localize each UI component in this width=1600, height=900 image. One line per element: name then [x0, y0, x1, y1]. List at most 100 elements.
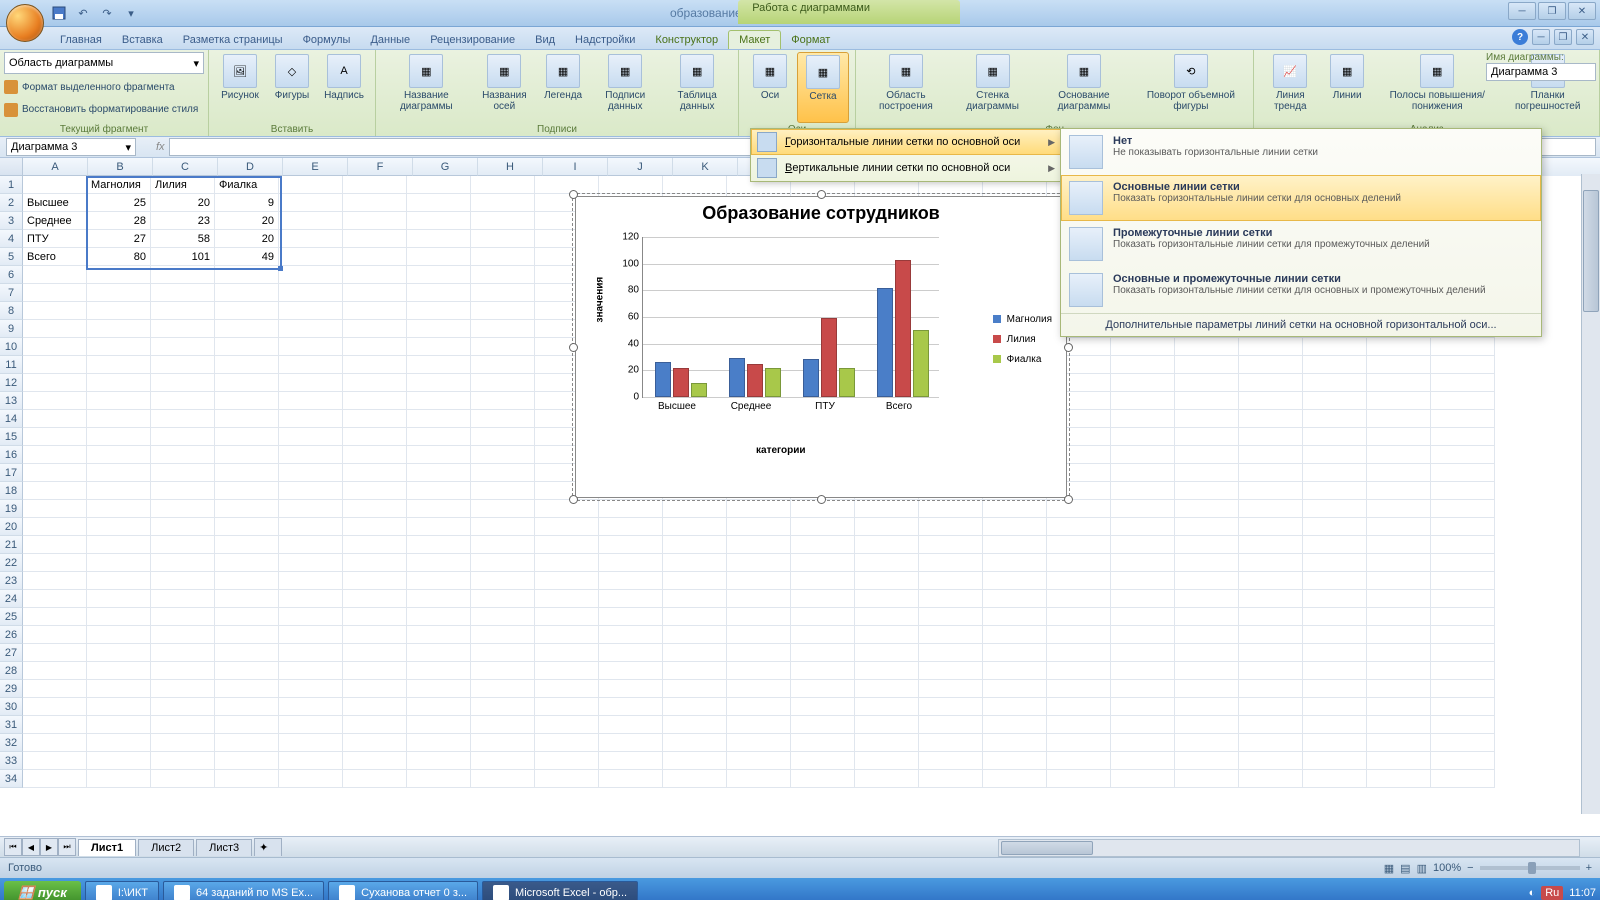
tab-home[interactable]: Главная: [50, 31, 112, 49]
cell[interactable]: [1303, 500, 1367, 518]
cell[interactable]: [407, 518, 471, 536]
cell[interactable]: [1175, 716, 1239, 734]
cell[interactable]: [407, 698, 471, 716]
zoom-out-button[interactable]: −: [1467, 862, 1473, 874]
cell[interactable]: [1175, 626, 1239, 644]
column-header[interactable]: B: [88, 158, 153, 176]
cell[interactable]: [343, 482, 407, 500]
cell[interactable]: [343, 374, 407, 392]
cell[interactable]: [1303, 428, 1367, 446]
workbook-close-button[interactable]: ✕: [1576, 29, 1594, 45]
x-axis-label[interactable]: категории: [756, 445, 806, 456]
cell[interactable]: [151, 734, 215, 752]
cell[interactable]: [407, 410, 471, 428]
cell[interactable]: [151, 680, 215, 698]
cell[interactable]: [855, 698, 919, 716]
cell[interactable]: [1303, 446, 1367, 464]
cell[interactable]: [407, 680, 471, 698]
cell[interactable]: [151, 554, 215, 572]
legend-button[interactable]: ▦Легенда: [538, 52, 588, 123]
cell[interactable]: [407, 230, 471, 248]
cell[interactable]: [471, 284, 535, 302]
cell[interactable]: [1047, 770, 1111, 788]
sheet-tab-1[interactable]: Лист1: [78, 839, 136, 856]
column-header[interactable]: C: [153, 158, 218, 176]
cell[interactable]: [1111, 608, 1175, 626]
cell[interactable]: [343, 734, 407, 752]
cell[interactable]: [407, 770, 471, 788]
cell[interactable]: [1047, 716, 1111, 734]
cell[interactable]: [279, 644, 343, 662]
cell[interactable]: [215, 284, 279, 302]
cell[interactable]: [919, 734, 983, 752]
row-header[interactable]: 8: [0, 302, 23, 320]
cell[interactable]: [343, 428, 407, 446]
cell[interactable]: ПТУ: [23, 230, 87, 248]
gridlines-none-item[interactable]: НетНе показывать горизонтальные линии се…: [1061, 129, 1541, 175]
cell[interactable]: [791, 698, 855, 716]
cell[interactable]: [1239, 446, 1303, 464]
cell[interactable]: [23, 662, 87, 680]
cell[interactable]: [1431, 752, 1495, 770]
cell[interactable]: [87, 482, 151, 500]
cell[interactable]: [1303, 554, 1367, 572]
cell[interactable]: [1303, 608, 1367, 626]
cell[interactable]: [855, 752, 919, 770]
cell[interactable]: [215, 680, 279, 698]
cell[interactable]: [471, 572, 535, 590]
cell[interactable]: [663, 554, 727, 572]
cell[interactable]: [1175, 446, 1239, 464]
column-header[interactable]: G: [413, 158, 478, 176]
taskbar-word1[interactable]: 64 заданий по MS Ex...: [163, 881, 324, 900]
cell[interactable]: [1431, 338, 1495, 356]
row-header[interactable]: 25: [0, 608, 23, 626]
cell[interactable]: [1175, 608, 1239, 626]
cell[interactable]: [343, 644, 407, 662]
cell[interactable]: [151, 518, 215, 536]
cell[interactable]: [471, 356, 535, 374]
cell[interactable]: [919, 590, 983, 608]
column-header[interactable]: E: [283, 158, 348, 176]
cell[interactable]: [407, 320, 471, 338]
cell[interactable]: [1175, 752, 1239, 770]
cell[interactable]: [407, 392, 471, 410]
cell[interactable]: [279, 734, 343, 752]
cell[interactable]: [151, 356, 215, 374]
cell[interactable]: [1239, 554, 1303, 572]
cell[interactable]: [215, 716, 279, 734]
cell[interactable]: [1367, 662, 1431, 680]
tab-chart-layout[interactable]: Макет: [728, 30, 781, 49]
cell[interactable]: [663, 752, 727, 770]
cell[interactable]: [535, 680, 599, 698]
cell[interactable]: [983, 662, 1047, 680]
cell[interactable]: [599, 644, 663, 662]
horizontal-gridlines-item[interactable]: Горизонтальные линии сетки по основной о…: [751, 129, 1061, 155]
cell[interactable]: [1431, 572, 1495, 590]
cell[interactable]: [279, 626, 343, 644]
cell[interactable]: [407, 644, 471, 662]
sheet-tab-2[interactable]: Лист2: [138, 839, 194, 856]
cell[interactable]: [471, 230, 535, 248]
cell[interactable]: [87, 392, 151, 410]
axis-titles-button[interactable]: ▦Названия осей: [473, 52, 537, 123]
cell[interactable]: [279, 194, 343, 212]
cell[interactable]: [727, 716, 791, 734]
cell[interactable]: [215, 266, 279, 284]
cell[interactable]: [1047, 680, 1111, 698]
start-button[interactable]: 🪟 пуск: [4, 881, 81, 900]
cell[interactable]: [1111, 338, 1175, 356]
cell[interactable]: [663, 716, 727, 734]
cell[interactable]: [1367, 428, 1431, 446]
cell[interactable]: [471, 536, 535, 554]
cell[interactable]: [1239, 536, 1303, 554]
cell[interactable]: [279, 392, 343, 410]
cell[interactable]: [407, 338, 471, 356]
cell[interactable]: [1367, 482, 1431, 500]
cell[interactable]: [727, 698, 791, 716]
cell[interactable]: [1111, 500, 1175, 518]
cell[interactable]: [791, 608, 855, 626]
cell[interactable]: [919, 626, 983, 644]
cell[interactable]: [87, 752, 151, 770]
name-box[interactable]: Диаграмма 3▾: [6, 138, 136, 156]
row-header[interactable]: 5: [0, 248, 23, 266]
